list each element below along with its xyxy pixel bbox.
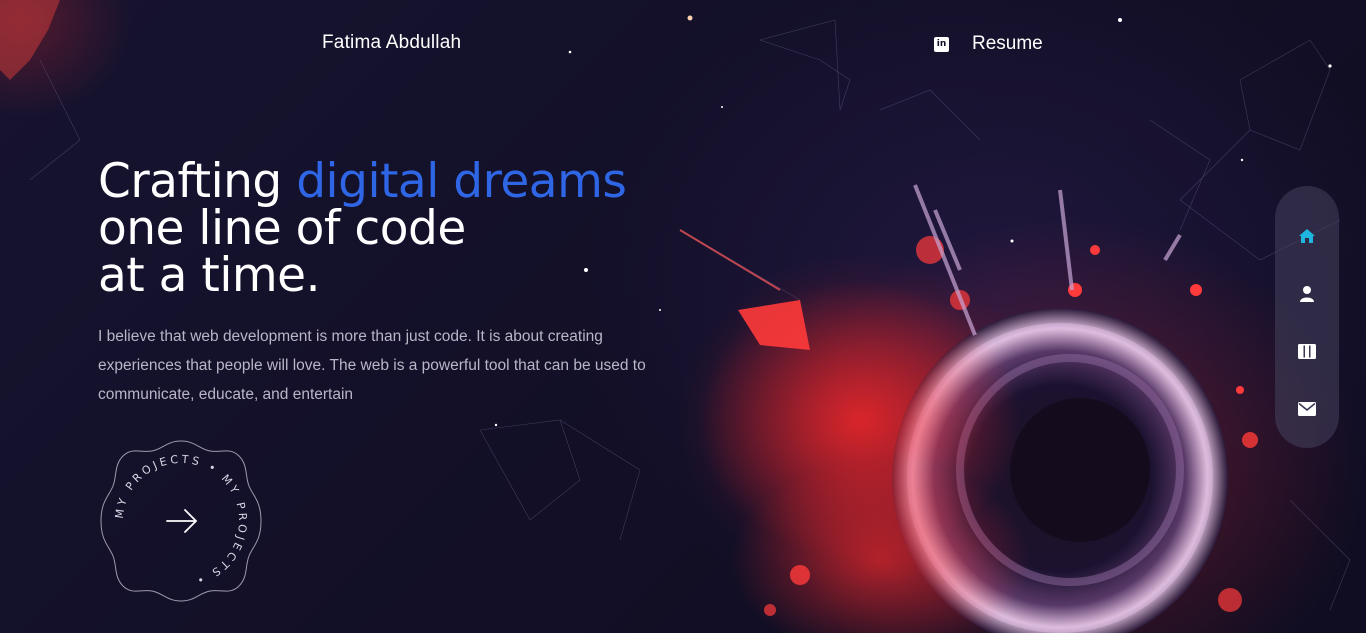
resume-label: Resume [972,33,1043,54]
my-projects-button[interactable]: MY PROJECTS • MY PROJECTS • [99,439,263,603]
nav-contact-button[interactable] [1287,390,1327,428]
user-icon [1300,285,1314,302]
hero-title-line3: at a time. [98,248,321,303]
badge-ring-text: MY PROJECTS • MY PROJECTS • [113,453,249,588]
hero-title: Crafting digital dreams one line of code… [98,158,738,299]
arrow-right-icon [166,509,198,533]
columns-icon [1298,343,1316,359]
hero-description: I believe that web development is more t… [98,328,646,403]
nav-projects-button[interactable] [1287,333,1327,371]
home-icon [1299,228,1315,243]
mail-icon [1298,402,1316,417]
resume-link[interactable]: in Resume [934,33,1043,55]
site-owner-name[interactable]: Fatima Abdullah [322,32,461,54]
linkedin-icon: in [934,36,949,52]
side-navigation [1275,186,1339,448]
my-projects-badge-graphic: MY PROJECTS • MY PROJECTS • [100,440,262,602]
nav-about-button[interactable] [1287,275,1327,313]
nav-home-button[interactable] [1287,217,1327,255]
